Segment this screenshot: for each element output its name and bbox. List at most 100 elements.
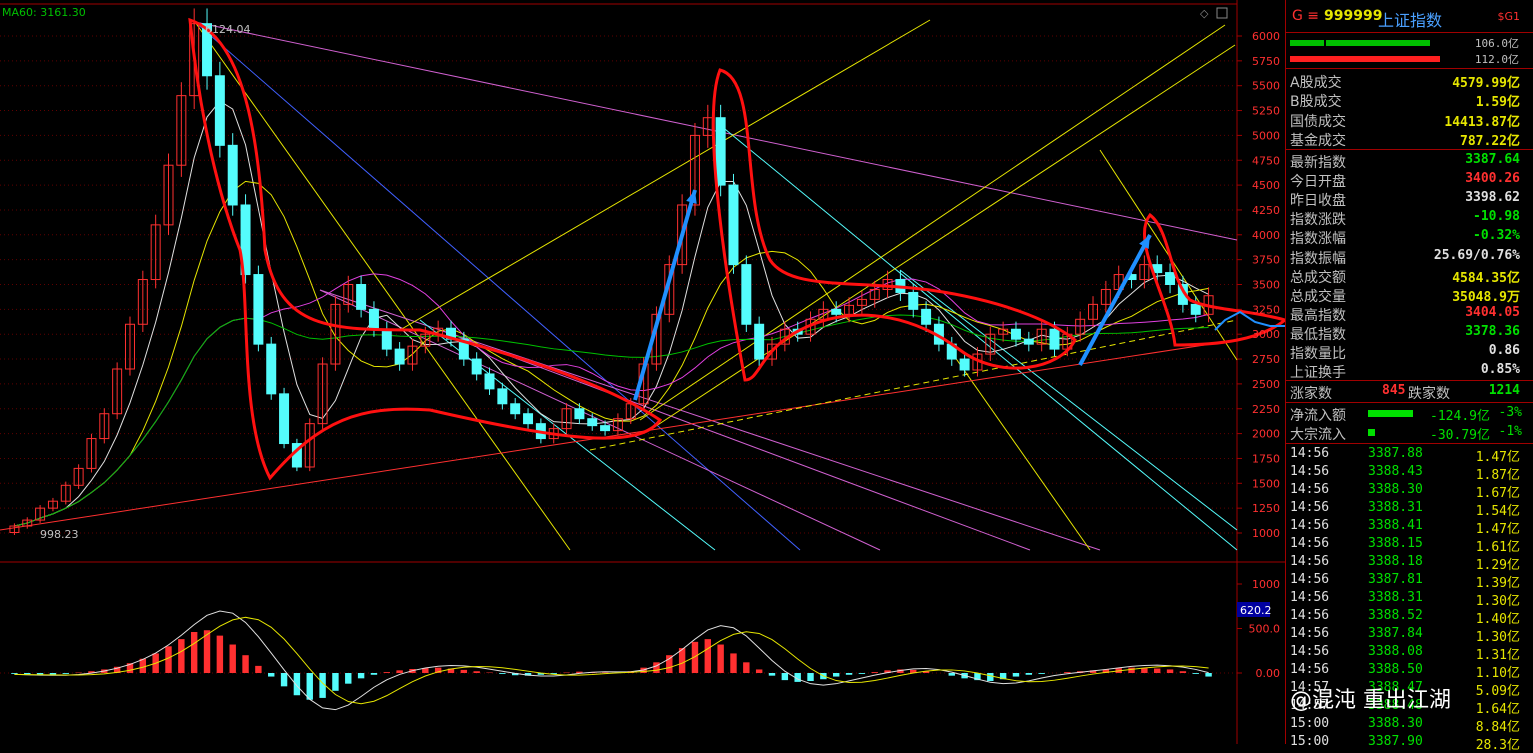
turnover-row: A股成交 4579.99亿 (1286, 71, 1533, 91)
tick-price: 3387.81 (1368, 572, 1423, 587)
price-tick-label: 5250 (1252, 105, 1280, 118)
panel-header: G ≡ 999999 上证指数 $G1 (1286, 6, 1533, 30)
flow-value: -124.9亿 (1430, 409, 1490, 424)
tick-time: 14:56 (1290, 608, 1330, 623)
tick-price: 3387.84 (1368, 626, 1423, 641)
tick-volume: 1.47亿 (1475, 450, 1520, 465)
buy-volume-bar (1290, 40, 1430, 46)
tick-time: 14:56 (1290, 536, 1330, 551)
index-stat-value: 3398.62 (1465, 190, 1520, 206)
tick-time: 14:56 (1290, 518, 1330, 533)
index-stat-value: 3400.26 (1465, 171, 1520, 187)
tick-row: 14:56 3388.08 1.31亿 (1286, 644, 1533, 663)
tick-price: 3387.88 (1368, 446, 1423, 461)
tick-row: 14:56 3387.84 1.30亿 (1286, 626, 1533, 645)
index-stat-label: 最低指数 (1290, 326, 1346, 343)
flow-value: -30.79亿 (1430, 428, 1490, 443)
candle-body (497, 388, 508, 405)
turnover-value: 4579.99亿 (1452, 76, 1520, 91)
index-stat-row: 最高指数 3404.05 (1286, 304, 1533, 324)
buy-volume-value: 106.0亿 (1474, 37, 1519, 50)
tick-volume: 1.47亿 (1475, 522, 1520, 537)
tick-volume: 1.31亿 (1475, 648, 1520, 663)
tick-price: 3388.08 (1368, 644, 1423, 659)
up-count-value: 845 (1382, 383, 1406, 398)
high-price-label: 6124.04 (205, 23, 251, 36)
flow-pct: -1% (1498, 424, 1522, 439)
tick-volume: 1.29亿 (1475, 558, 1520, 573)
macd-tick-label: 0.00 (1256, 667, 1281, 680)
tick-time: 15:00 (1290, 734, 1330, 749)
tick-time: 14:56 (1290, 446, 1330, 461)
candle-body (356, 284, 367, 310)
flow-pct: -3% (1498, 405, 1522, 420)
low-price-label: 998.23 (40, 528, 79, 541)
turnover-label: 国债成交 (1290, 113, 1346, 130)
index-stat-value: 0.85% (1480, 362, 1520, 378)
candle-body (381, 328, 392, 350)
index-stat-label: 指数量比 (1290, 346, 1346, 362)
candle-body (908, 291, 919, 310)
candle-body (214, 75, 225, 146)
candle-body (921, 308, 932, 325)
index-stat-label: 总成交量 (1290, 288, 1346, 305)
index-stat-row: 上证换手 0.85% (1286, 361, 1533, 381)
stock-name: 上证指数 (1378, 11, 1443, 30)
candle-body (523, 413, 534, 425)
tick-row: 14:56 3388.31 1.30亿 (1286, 590, 1533, 609)
candle-body (574, 408, 585, 420)
tick-row: 14:56 3388.30 1.67亿 (1286, 482, 1533, 501)
tick-row: 14:56 3388.15 1.61亿 (1286, 536, 1533, 555)
macd-tick-label: 1000 (1252, 578, 1280, 591)
tick-row: 14:56 3388.50 1.10亿 (1286, 662, 1533, 681)
index-stat-label: 指数振幅 (1290, 250, 1346, 267)
index-stat-row: 昨日收盘 3398.62 (1286, 189, 1533, 209)
sell-volume-value: 112.0亿 (1474, 53, 1519, 66)
index-stat-value: 3404.05 (1465, 304, 1520, 320)
candle-body (1023, 338, 1034, 345)
index-stat-label: 最新指数 (1290, 155, 1346, 171)
tick-price: 3388.50 (1368, 662, 1423, 677)
tick-time: 14:56 (1290, 626, 1330, 641)
tick-volume: 1.61亿 (1475, 540, 1520, 555)
candle-body (368, 308, 379, 330)
price-tick-label: 3250 (1252, 303, 1280, 316)
tick-volume: 1.30亿 (1475, 594, 1520, 609)
index-stat-value: 25.69/0.76% (1433, 247, 1520, 263)
price-tick-label: 5750 (1252, 55, 1280, 68)
turnover-value: 787.22亿 (1460, 133, 1520, 149)
index-stat-row: 总成交量 35048.9万 (1286, 285, 1533, 305)
tick-row: 14:56 3387.81 1.39亿 (1286, 572, 1533, 591)
tick-price: 3388.41 (1368, 518, 1423, 533)
candle-body (227, 144, 238, 206)
index-stat-row: 指数涨跌 -10.98 (1286, 208, 1533, 229)
tick-row: 14:56 3388.31 1.54亿 (1286, 500, 1533, 519)
tick-row: 14:56 3388.43 1.87亿 (1286, 464, 1533, 483)
index-stat-label: 指数涨跌 (1290, 212, 1346, 229)
breadth-row: 涨家数 845 跌家数 1214 (1286, 382, 1533, 402)
tick-time: 14:56 (1290, 554, 1330, 569)
tick-volume: 8.84亿 (1475, 720, 1520, 735)
tick-price: 3388.18 (1368, 554, 1423, 569)
kline-chart[interactable]: 1000 500.0 0.00 6000 5750 5500 5250 5000 4750 45… (0, 0, 1327, 744)
tick-volume: 1.10亿 (1475, 666, 1520, 681)
down-count-value: 1214 (1488, 383, 1520, 398)
tick-price: 3388.30 (1368, 716, 1423, 731)
tick-price: 3388.52 (1368, 608, 1423, 623)
candle-body (253, 274, 264, 345)
menu-icon[interactable]: G ≡ (1292, 8, 1319, 24)
price-tick-label: 2750 (1252, 353, 1280, 366)
tick-time: 14:56 (1290, 500, 1330, 515)
candle-body (959, 358, 970, 371)
tick-price: 3388.31 (1368, 590, 1423, 605)
tick-volume: 1.67亿 (1475, 486, 1520, 501)
tick-time: 14:56 (1290, 482, 1330, 497)
price-tick-label: 1750 (1252, 452, 1280, 465)
tick-volume: 1.39亿 (1475, 576, 1520, 591)
price-tick-label: 4500 (1252, 179, 1280, 192)
index-stat-row: 指数涨幅 -0.32% (1286, 227, 1533, 247)
tick-time: 15:00 (1290, 716, 1330, 731)
candle-body (728, 184, 739, 266)
chart-svg[interactable]: 1000 500.0 0.00 6000 5750 5500 5250 5000 4750 45… (0, 0, 1327, 744)
diamond-icon[interactable]: ◇ (1200, 7, 1209, 20)
